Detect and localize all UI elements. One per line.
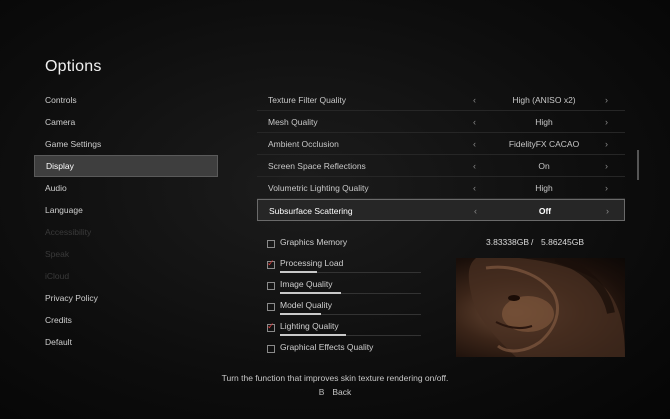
- setting-label: Mesh Quality: [268, 117, 318, 127]
- graphics-memory-used: 3.83338GB: [486, 237, 530, 247]
- graphics-memory-row: Graphics Memory: [266, 234, 456, 255]
- metric-bar-track: [280, 334, 421, 336]
- options-title: Options: [45, 58, 102, 75]
- metric-bar-fill: [280, 313, 321, 315]
- chevron-left-icon[interactable]: ‹: [473, 177, 476, 199]
- metric-row: Graphical Effects Quality: [266, 339, 456, 360]
- checkbox[interactable]: [267, 282, 275, 290]
- sidebar-item-privacy-policy[interactable]: Privacy Policy: [34, 287, 218, 309]
- metric-bar-track: [280, 313, 421, 315]
- metric-row: Processing Load: [266, 255, 456, 276]
- setting-value: Off: [538, 206, 552, 216]
- setting-value: On: [538, 161, 550, 171]
- setting-label: Subsurface Scattering: [269, 206, 353, 216]
- sidebar-item-default[interactable]: Default: [34, 331, 218, 353]
- setting-label: Texture Filter Quality: [268, 95, 346, 105]
- sidebar-item-icloud: iCloud: [45, 271, 70, 281]
- setting-label: Screen Space Reflections: [268, 161, 366, 171]
- sidebar-item-display[interactable]: Display: [34, 155, 218, 177]
- chevron-right-icon[interactable]: ›: [605, 89, 608, 111]
- chevron-left-icon[interactable]: ‹: [474, 200, 477, 222]
- sidebar-item-accessibility: Accessibility: [45, 227, 92, 237]
- chevron-right-icon[interactable]: ›: [605, 177, 608, 199]
- back-label: Back: [332, 387, 352, 397]
- metric-label: Processing Load: [280, 258, 344, 268]
- metric-label: Lighting Quality: [280, 321, 339, 331]
- setting-row-ambient-occlusion[interactable]: Ambient Occlusion ‹ FidelityFX CACAO ›: [257, 133, 625, 155]
- sidebar-item-language[interactable]: Language: [34, 199, 218, 221]
- sidebar-item-credits[interactable]: Credits: [34, 309, 218, 331]
- setting-row-texture-filter-quality[interactable]: Texture Filter Quality ‹ High (ANISO x2)…: [257, 89, 625, 111]
- sidebar-item-speak: Speak: [45, 249, 70, 259]
- metric-row: Image Quality: [266, 276, 456, 297]
- chevron-right-icon[interactable]: ›: [605, 155, 608, 177]
- metric-label: Model Quality: [280, 300, 332, 310]
- setting-value: High: [535, 183, 553, 193]
- b-button-icon: B: [318, 387, 325, 397]
- graphics-memory-label: Graphics Memory: [280, 237, 348, 247]
- preview-image: [456, 258, 625, 357]
- setting-row-screen-space-reflections[interactable]: Screen Space Reflections ‹ On ›: [257, 155, 625, 177]
- metric-row: Model Quality: [266, 297, 456, 318]
- setting-row-mesh-quality[interactable]: Mesh Quality ‹ High ›: [257, 111, 625, 133]
- chevron-left-icon[interactable]: ‹: [473, 89, 476, 111]
- checkbox[interactable]: [267, 345, 275, 353]
- back-control[interactable]: B Back: [0, 387, 670, 397]
- sidebar-item-controls[interactable]: Controls: [34, 89, 218, 111]
- graphics-memory-separator: /: [531, 237, 534, 247]
- graphics-memory-total: 5.86245GB: [541, 237, 585, 247]
- setting-value: High: [535, 117, 553, 127]
- chevron-left-icon[interactable]: ‹: [473, 111, 476, 133]
- sidebar-item-audio[interactable]: Audio: [34, 177, 218, 199]
- setting-description: Turn the function that improves skin tex…: [221, 373, 449, 383]
- setting-value: High (ANISO x2): [512, 95, 576, 105]
- chevron-right-icon[interactable]: ›: [605, 133, 608, 155]
- checkbox[interactable]: [267, 258, 275, 269]
- setting-label: Ambient Occlusion: [268, 139, 339, 149]
- chevron-right-icon[interactable]: ›: [605, 111, 608, 133]
- metric-bar-fill: [280, 292, 341, 294]
- metric-label: Graphical Effects Quality: [280, 342, 374, 352]
- options-sidebar: Controls Camera Game Settings Display Au…: [34, 89, 218, 353]
- display-settings-list: Texture Filter Quality ‹ High (ANISO x2)…: [257, 89, 625, 221]
- checkbox[interactable]: [267, 240, 275, 248]
- metric-bar-track: [280, 292, 421, 294]
- setting-row-subsurface-scattering[interactable]: Subsurface Scattering ‹ Off ›: [257, 199, 625, 221]
- setting-value: FidelityFX CACAO: [508, 139, 580, 149]
- setting-row-volumetric-lighting-quality[interactable]: Volumetric Lighting Quality ‹ High ›: [257, 177, 625, 199]
- face-preview-graphic: [468, 258, 625, 357]
- sidebar-item-game-settings[interactable]: Game Settings: [34, 133, 218, 155]
- checkbox[interactable]: [267, 303, 275, 311]
- metric-row: Lighting Quality: [266, 318, 456, 339]
- checkbox[interactable]: [267, 321, 275, 332]
- chevron-left-icon[interactable]: ‹: [473, 133, 476, 155]
- graphics-metrics-panel: Graphics Memory Processing Load Image Qu…: [266, 234, 456, 360]
- chevron-left-icon[interactable]: ‹: [473, 155, 476, 177]
- chevron-right-icon[interactable]: ›: [606, 200, 609, 222]
- metric-bar-track: [280, 271, 421, 273]
- setting-label: Volumetric Lighting Quality: [268, 183, 369, 193]
- metric-label: Image Quality: [280, 279, 333, 289]
- sidebar-item-camera[interactable]: Camera: [34, 111, 218, 133]
- metric-bar-fill: [280, 334, 347, 336]
- metric-bar-fill: [280, 271, 317, 273]
- settings-scrollbar[interactable]: [637, 150, 639, 180]
